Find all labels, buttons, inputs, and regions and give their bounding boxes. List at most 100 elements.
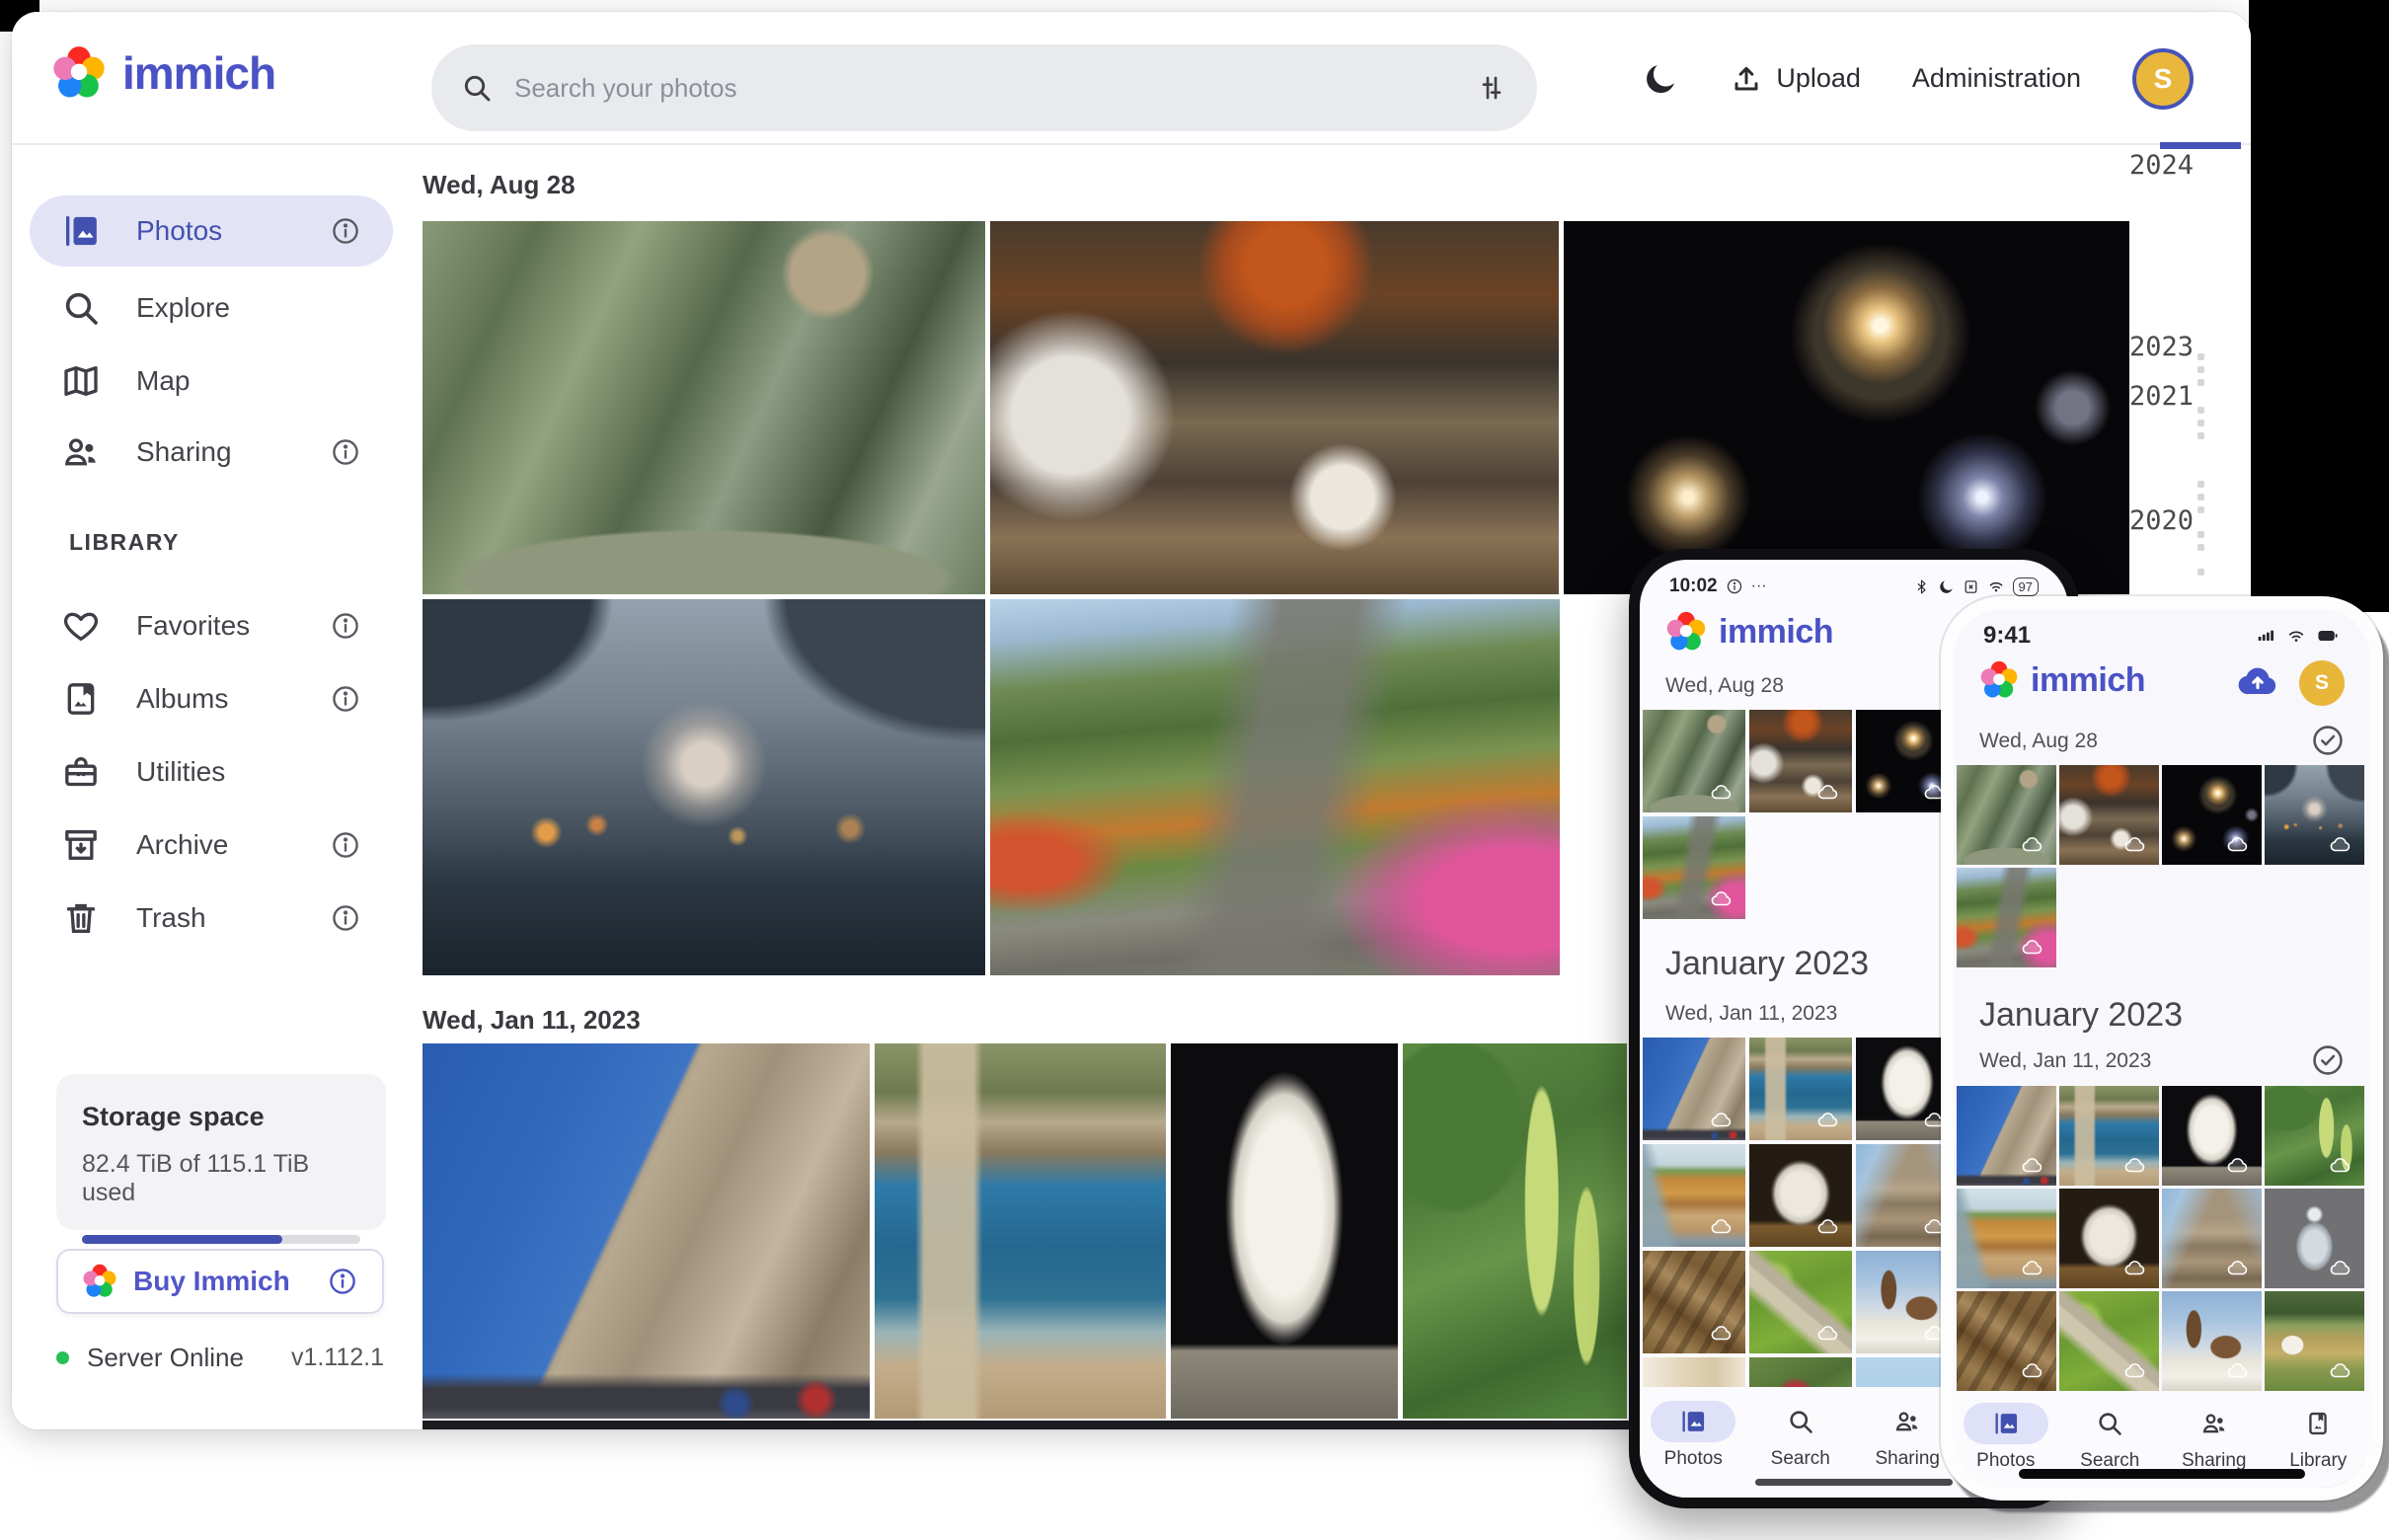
photo-autumn-path[interactable] (1643, 816, 1745, 919)
upload-button[interactable]: Upload (1731, 63, 1861, 95)
nav-item-search[interactable]: Search (1751, 1401, 1850, 1470)
cloud-sync-icon (2119, 1359, 2151, 1383)
sidebar-item-trash[interactable]: Trash (30, 883, 393, 954)
select-all-check-icon[interactable] (2311, 724, 2345, 757)
photo-autumn-dinner[interactable] (990, 221, 1559, 594)
photo-jungle-monkeys[interactable] (423, 221, 985, 594)
nav-item-sharing[interactable]: Sharing (2165, 1403, 2264, 1472)
timeline-year[interactable]: 2023 (2105, 332, 2194, 362)
photo-lizard-moss[interactable] (2059, 1291, 2159, 1391)
page-background-right (2249, 0, 2389, 612)
library-icon (2304, 1410, 2332, 1437)
nav-item-library[interactable]: Library (2269, 1403, 2367, 1472)
timeline-position-indicator[interactable] (2160, 142, 2241, 149)
buy-immich-button[interactable]: Buy Immich (56, 1249, 384, 1314)
status-time: 10:02 (1669, 576, 1718, 597)
sidebar-item-albums[interactable]: Albums (30, 663, 393, 734)
moon-icon (1938, 578, 1955, 595)
sidebar-item-favorites[interactable]: Favorites (30, 590, 393, 661)
photo-fortress-walls[interactable] (1957, 1086, 2056, 1186)
immich-logo: immich (1979, 660, 2145, 700)
info-icon[interactable] (330, 829, 361, 861)
photo-sea-grapes[interactable] (2265, 1086, 2364, 1186)
battery-icon (2315, 626, 2341, 646)
photo-lizard-leaves[interactable] (1643, 1251, 1745, 1353)
info-icon[interactable] (330, 683, 361, 715)
info-icon[interactable] (330, 215, 361, 247)
info-icon[interactable] (330, 436, 361, 468)
photo-jungle-monkeys[interactable] (1957, 765, 2056, 865)
search-bar[interactable] (431, 44, 1537, 131)
photo-marble-bust[interactable] (2162, 1086, 2262, 1186)
photo-alpine-field[interactable] (2265, 1291, 2364, 1391)
search-icon (1787, 1408, 1814, 1435)
search-input[interactable] (514, 73, 1454, 104)
photo-fireworks[interactable] (2162, 765, 2262, 865)
photo-autumn-path[interactable] (1957, 868, 2056, 967)
administration-link[interactable]: Administration (1912, 63, 2081, 94)
info-icon[interactable] (327, 1266, 358, 1297)
home-indicator (2019, 1469, 2305, 1479)
photo-fireworks[interactable] (1564, 221, 2129, 594)
photo-stone-ruins[interactable] (2162, 1189, 2262, 1288)
sidebar-item-explore[interactable]: Explore (30, 272, 393, 344)
sidebar-item-sharing[interactable]: Sharing (30, 417, 393, 488)
photo-autumn-dinner[interactable] (1749, 710, 1852, 812)
nav-item-photos[interactable]: Photos (1644, 1401, 1742, 1470)
cloud-sync-icon (1706, 1109, 1737, 1132)
photo-row (423, 221, 2129, 594)
cloud-backup-icon[interactable] (2234, 661, 2281, 705)
photo-marble-bust[interactable] (1171, 1043, 1398, 1419)
select-all-check-icon[interactable] (2311, 1043, 2345, 1077)
photo-fortress-walls[interactable] (423, 1043, 870, 1419)
photo-jungle-monkeys[interactable] (1643, 710, 1745, 812)
header-actions: Upload Administration S (1642, 12, 2194, 145)
immich-flower-icon (51, 45, 107, 101)
timeline-year[interactable]: 2021 (2105, 381, 2194, 412)
photo-cliff-beach[interactable] (1643, 1144, 1745, 1247)
photo-sea-grapes[interactable] (1403, 1043, 1627, 1419)
photo-autumn-dinner[interactable] (2059, 765, 2159, 865)
sidebar-item-photos[interactable]: Photos (30, 195, 393, 267)
photo-snowy-village[interactable] (2162, 1291, 2262, 1391)
nav-item-photos[interactable]: Photos (1957, 1403, 2055, 1472)
server-status-row: Server Online v1.112.1 (56, 1343, 384, 1373)
photo-coastal-town[interactable] (2059, 1086, 2159, 1186)
cloud-sync-icon (2325, 1359, 2356, 1383)
immich-logo[interactable]: immich (51, 45, 275, 101)
photo-coastal-town[interactable] (875, 1043, 1166, 1419)
photo-lizard-moss[interactable] (1749, 1251, 1852, 1353)
info-icon[interactable] (330, 902, 361, 934)
photo-rock-sculpture[interactable] (1749, 1144, 1852, 1247)
photo-lizard-leaves[interactable] (1957, 1291, 2056, 1391)
photo-ornate-centerpiece[interactable] (2265, 1189, 2364, 1288)
photo-rock-sculpture[interactable] (2059, 1189, 2159, 1288)
user-avatar[interactable]: S (2299, 660, 2345, 706)
dark-mode-moon-icon[interactable] (1642, 60, 1679, 98)
photo-holding-hands[interactable] (2265, 765, 2364, 865)
month-heading: January 2023 (1665, 945, 1869, 983)
mobile-phone-ios: 9:41 immich S Wed, Aug 28 January 2023 W… (1941, 596, 2383, 1501)
sharing-people-icon (61, 432, 101, 472)
photo-coastal-town[interactable] (1749, 1038, 1852, 1140)
photo-holding-hands[interactable] (423, 599, 985, 975)
wifi-icon (1987, 578, 2005, 595)
notification-icon (1726, 578, 1743, 595)
cloud-sync-icon (2017, 1154, 2048, 1178)
heart-icon (61, 606, 101, 646)
date-group-heading: Wed, Jan 11, 2023 (423, 1005, 641, 1036)
timeline-year[interactable]: 2024 (2105, 150, 2194, 181)
photo-fortress-walls[interactable] (1643, 1038, 1745, 1140)
info-icon[interactable] (330, 610, 361, 642)
sidebar-item-utilities[interactable]: Utilities (30, 736, 393, 808)
upload-icon (1731, 63, 1762, 95)
user-avatar[interactable]: S (2132, 48, 2194, 110)
filter-sliders-icon[interactable] (1476, 72, 1507, 104)
sidebar-item-archive[interactable]: Archive (30, 809, 393, 881)
photo-autumn-path[interactable] (990, 599, 1560, 975)
timeline-year[interactable]: 2020 (2105, 505, 2194, 536)
nav-item-search[interactable]: Search (2060, 1403, 2159, 1472)
photo-cliff-beach[interactable] (1957, 1189, 2056, 1288)
sidebar-item-map[interactable]: Map (30, 346, 393, 417)
sidebar-item-label: Albums (136, 683, 228, 715)
